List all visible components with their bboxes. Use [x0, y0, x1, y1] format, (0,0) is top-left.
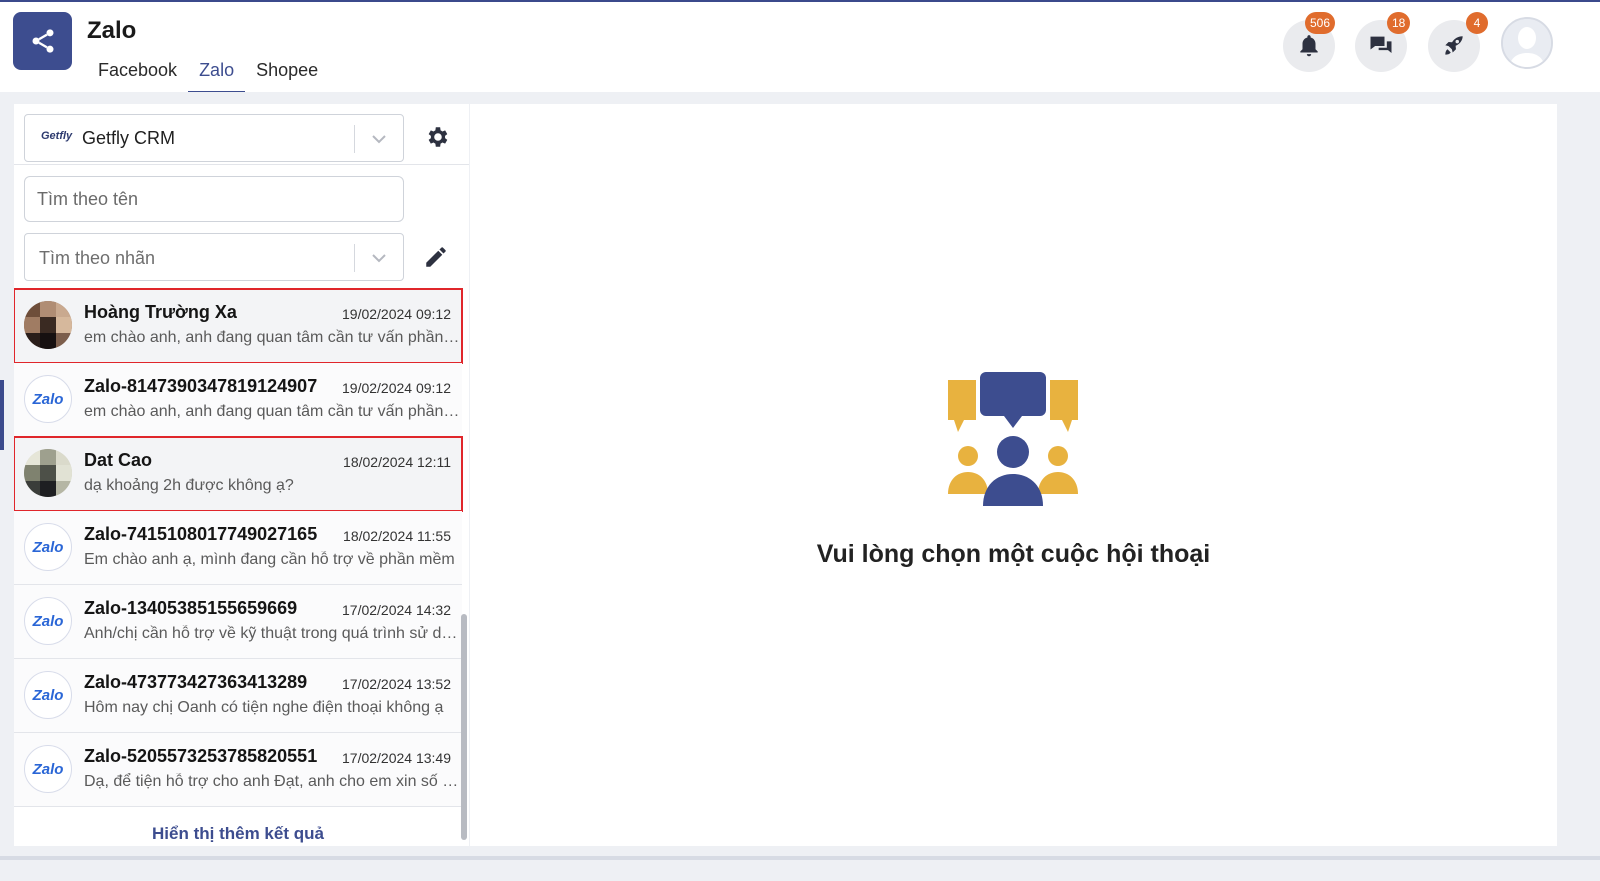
contact-name: Zalo-1340538515565​9669	[84, 598, 298, 618]
share-icon[interactable]	[13, 12, 72, 70]
bell-icon	[1300, 35, 1318, 57]
zalo-avatar: Zalo	[24, 745, 72, 793]
message-time: 19/02/2024 09:12	[342, 306, 451, 322]
label-filter-placeholder: Tìm theo nhãn	[39, 248, 156, 268]
chat-icon	[1370, 36, 1392, 53]
page-title: Zalo	[87, 17, 137, 44]
conversation-item[interactable]: Zalo Zalo-8147390347819124907 19/02/2024…	[14, 363, 462, 437]
messages-badge: 18	[1387, 12, 1411, 34]
conversation-view: Vui lòng chọn một cuộc hội thoại	[470, 104, 1557, 846]
tab-zalo[interactable]: Zalo	[188, 58, 246, 94]
message-preview: Em chào anh ạ, mình đang cần hỗ trợ về p…	[84, 551, 455, 568]
group-chat-icon	[948, 372, 1078, 506]
rocket-button[interactable]: 4	[1428, 12, 1488, 72]
channel-tabs: Facebook Zalo Shopee	[87, 58, 329, 94]
conversation-item[interactable]: Zalo Zalo-1340538515565​9669 17/02/2024 …	[14, 585, 462, 659]
account-select[interactable]: Getfly Getfly CRM	[24, 114, 404, 162]
message-time: 17/02/2024 13:49	[342, 750, 451, 766]
select-separator	[354, 125, 355, 153]
contact-name: Zalo-5205573253785820551	[84, 746, 318, 766]
message-preview: Anh/chị cần hỗ trợ về kỹ thuật trong quá…	[84, 625, 460, 642]
rocket-icon	[1445, 36, 1463, 55]
message-preview: em chào anh, anh đang quan tâm cần tư vấ…	[84, 403, 460, 420]
empty-state-message: Vui lòng chọn một cuộc hội thoại	[816, 540, 1211, 568]
chevron-down-icon[interactable]	[371, 131, 387, 147]
chevron-down-icon[interactable]	[371, 250, 387, 266]
notifications-badge: 506	[1305, 12, 1336, 34]
contact-name: Zalo-7415108017749027165	[84, 524, 318, 544]
message-time: 17/02/2024 14:32	[342, 602, 451, 618]
search-by-name-input[interactable]	[24, 176, 404, 222]
zalo-avatar: Zalo	[24, 375, 72, 423]
messages-button[interactable]: 18	[1355, 12, 1411, 72]
message-time: 19/02/2024 09:12	[342, 380, 451, 396]
tab-facebook[interactable]: Facebook	[87, 58, 188, 94]
zalo-avatar: Zalo	[24, 671, 72, 719]
user-avatar[interactable]	[1501, 17, 1553, 69]
contact-name: Zalo-473773427363413289	[84, 672, 308, 692]
scrollbar[interactable]	[461, 614, 467, 840]
contact-avatar	[24, 449, 72, 497]
left-edge-accent	[0, 380, 4, 450]
message-preview: Hôm nay chị Oanh có tiện nghe điện thoại…	[84, 699, 444, 716]
conversation-sidebar: Getfly Getfly CRM Tìm theo nhãn Hoàng	[14, 104, 469, 846]
message-preview: Dạ, để tiện hỗ trợ cho anh Đạt, anh cho …	[84, 773, 460, 790]
contact-name: Dat Cao	[84, 450, 153, 470]
account-select-value: Getfly CRM	[82, 128, 176, 148]
select-separator	[354, 244, 355, 272]
conversation-list: Hoàng Trường Xa 19/02/2024 09:12 em chào…	[14, 288, 463, 807]
message-time: 17/02/2024 13:52	[342, 676, 451, 692]
contact-name: Zalo-8147390347819124907	[84, 376, 318, 396]
conversation-item[interactable]: Zalo Zalo-473773427363413289 17/02/2024 …	[14, 659, 462, 733]
message-preview: dạ khoảng 2h được không ạ?	[84, 477, 294, 494]
message-preview: em chào anh, anh đang quan tâm cần tư vấ…	[84, 329, 460, 346]
rocket-badge: 4	[1466, 12, 1488, 34]
conversation-item[interactable]: Hoàng Trường Xa 19/02/2024 09:12 em chào…	[14, 288, 463, 364]
zalo-avatar: Zalo	[24, 523, 72, 571]
zalo-avatar: Zalo	[24, 597, 72, 645]
divider	[14, 164, 469, 165]
notifications-button[interactable]: 506	[1283, 12, 1336, 72]
conversation-item[interactable]: Zalo Zalo-7415108017749027165 18/02/2024…	[14, 511, 462, 585]
bottom-border	[0, 856, 1600, 860]
message-time: 18/02/2024 12:11	[343, 454, 451, 470]
conversation-item[interactable]: Dat Cao 18/02/2024 12:11 dạ khoảng 2h đư…	[14, 436, 463, 512]
contact-avatar	[24, 301, 72, 349]
pencil-icon[interactable]	[423, 244, 449, 270]
app-header: Zalo Facebook Zalo Shopee 506 18 4	[0, 2, 1600, 94]
conversation-item[interactable]: Zalo Zalo-5205573253785820551 17/02/2024…	[14, 733, 462, 807]
contact-name: Hoàng Trường Xa	[84, 302, 237, 322]
gear-icon[interactable]	[424, 124, 450, 150]
show-more-button[interactable]: Hiển thị thêm kết quả	[14, 824, 462, 844]
tab-shopee[interactable]: Shopee	[245, 58, 329, 94]
message-time: 18/02/2024 11:55	[343, 528, 451, 544]
label-filter-select[interactable]: Tìm theo nhãn	[24, 233, 404, 281]
getfly-logo: Getfly	[41, 130, 73, 142]
